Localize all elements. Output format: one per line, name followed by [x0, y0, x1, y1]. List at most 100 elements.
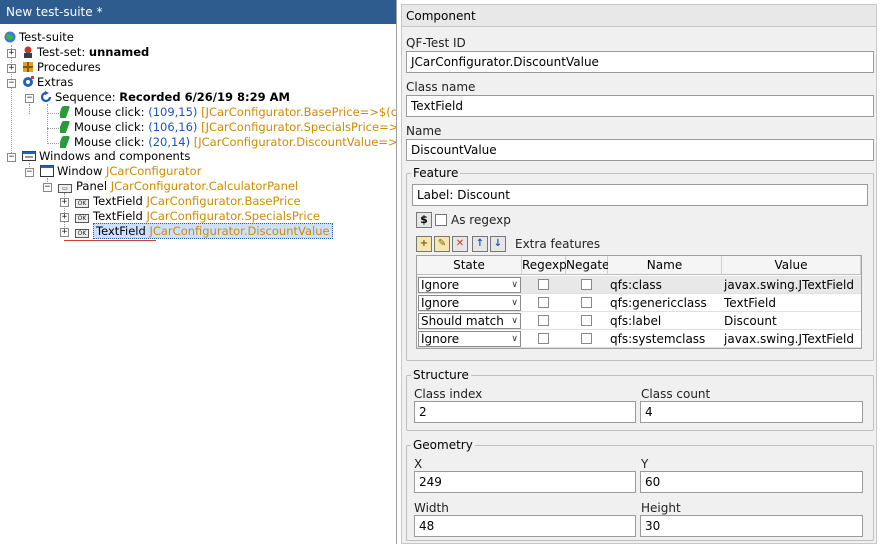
negate-checkbox[interactable] [581, 333, 592, 344]
test-set-icon [24, 46, 32, 58]
collapse-minus-icon[interactable]: − [25, 94, 34, 103]
feature-field[interactable]: Label: Discount [412, 184, 868, 206]
tree-node-panel[interactable]: ▭ Panel JCarConfigurator.CalculatorPanel [58, 179, 298, 194]
regexp-checkbox[interactable] [538, 315, 549, 326]
expand-plus-icon[interactable]: + [60, 213, 69, 222]
tree-node-label: Mouse click: [74, 120, 149, 134]
dollar-variable-icon[interactable]: $ [416, 212, 432, 228]
negate-checkbox[interactable] [581, 297, 592, 308]
width-label: Width [414, 501, 449, 515]
state-dropdown[interactable]: Ignore ∨ [418, 277, 521, 293]
width-field[interactable]: 48 [414, 515, 636, 537]
mouse-click-icon [60, 136, 71, 148]
edit-row-icon[interactable]: ✎ [434, 236, 450, 252]
state-dropdown[interactable]: Should match ∨ [418, 313, 521, 329]
name-label: Name [406, 124, 442, 138]
geometry-group-title: Geometry [411, 438, 475, 452]
x-field[interactable]: 249 [414, 471, 636, 493]
sequence-arrow-icon [40, 91, 52, 103]
feature-value-cell[interactable]: javax.swing.JTextField [722, 330, 861, 348]
tree-guide-line [47, 143, 59, 144]
component-header: Component [402, 5, 876, 27]
tree-node-textfield-selected[interactable]: OK TextField JCarConfigurator.DiscountVal… [75, 223, 333, 239]
regexp-checkbox[interactable] [538, 279, 549, 290]
column-header-state[interactable]: State [417, 256, 522, 275]
tree-node-label: Panel [76, 179, 111, 193]
column-header-value[interactable]: Value [722, 256, 861, 275]
collapse-minus-icon[interactable]: − [25, 168, 34, 177]
class-count-field[interactable]: 4 [640, 401, 863, 423]
class-index-field[interactable]: 2 [414, 401, 636, 423]
class-name-label: Class name [406, 80, 476, 94]
collapse-minus-icon[interactable]: − [7, 79, 16, 88]
sequence-name: Recorded 6/26/19 8:29 AM [119, 90, 290, 104]
add-row-icon[interactable]: + [416, 236, 432, 252]
qftest-id-label: QF-Test ID [406, 36, 466, 50]
table-row[interactable]: Should match ∨ qfs:label Discount [417, 312, 861, 330]
tree-node-textfield[interactable]: OK TextField JCarConfigurator.SpecialsPri… [75, 209, 320, 224]
negate-checkbox[interactable] [581, 279, 592, 290]
state-dropdown[interactable]: Ignore ∨ [418, 331, 521, 347]
procedures-icon [23, 62, 33, 72]
feature-name-cell[interactable]: qfs:label [608, 312, 722, 330]
textfield-icon: OK [75, 199, 89, 208]
y-label: Y [641, 457, 649, 471]
tree-node-mouse-click[interactable]: Mouse click: (106,16) [JCarConfigurator.… [60, 120, 396, 135]
component-detail-pane: Component QF-Test ID JCarConfigurator.Di… [401, 4, 877, 544]
table-row[interactable]: Ignore ∨ qfs:class javax.swing.JTextField [417, 276, 861, 294]
collapse-minus-icon[interactable]: − [43, 183, 52, 192]
extra-features-label: Extra features [515, 237, 601, 251]
feature-name-cell[interactable]: qfs:genericclass [608, 294, 722, 312]
expand-plus-icon[interactable]: + [7, 64, 16, 73]
move-up-icon[interactable]: ↑ [472, 236, 488, 252]
click-coords: (106,16) [148, 120, 198, 134]
qftest-id-field[interactable]: JCarConfigurator.DiscountValue [406, 51, 874, 73]
feature-name-cell[interactable]: qfs:class [608, 276, 722, 294]
negate-checkbox[interactable] [581, 315, 592, 326]
tree-node-window[interactable]: Window JCarConfigurator [40, 164, 201, 179]
class-name-field[interactable]: TextField [406, 95, 874, 117]
y-field[interactable]: 60 [640, 471, 863, 493]
state-dropdown[interactable]: Ignore ∨ [418, 295, 521, 311]
tree-guide-line [47, 104, 48, 144]
tree-node-label: Mouse click: [74, 135, 149, 149]
collapse-minus-icon[interactable]: − [7, 153, 16, 162]
expand-plus-icon[interactable]: + [60, 198, 69, 207]
tree-node-label: Test-set: [37, 45, 89, 59]
table-row[interactable]: Ignore ∨ qfs:systemclass javax.swing.JTex… [417, 330, 861, 348]
height-field[interactable]: 30 [640, 515, 863, 537]
state-value: Ignore [421, 332, 460, 346]
feature-value-cell[interactable]: TextField [722, 294, 861, 312]
tree-node-textfield[interactable]: OK TextField JCarConfigurator.BasePrice [75, 194, 301, 209]
regexp-checkbox[interactable] [538, 297, 549, 308]
tree-node-windows-components[interactable]: Windows and components [22, 149, 190, 164]
tree-node-mouse-click[interactable]: Mouse click: (109,15) [JCarConfigurator.… [60, 105, 396, 120]
as-regexp-checkbox[interactable] [435, 214, 447, 226]
class-count-label: Class count [641, 387, 711, 401]
column-header-regexp[interactable]: Regexp [522, 256, 567, 275]
tree-node-test-set[interactable]: Test-set: unnamed [22, 45, 149, 60]
move-down-icon[interactable]: ↓ [490, 236, 506, 252]
textfield-name: JCarConfigurator.SpecialsPrice [146, 209, 320, 223]
table-row[interactable]: Ignore ∨ qfs:genericclass TextField [417, 294, 861, 312]
height-label: Height [641, 501, 681, 515]
click-coords: (109,15) [148, 105, 198, 119]
column-header-name[interactable]: Name [608, 256, 722, 275]
panel-icon: ▭ [58, 184, 72, 193]
tree-node-label: TextField [93, 209, 147, 223]
tree-node-mouse-click[interactable]: Mouse click: (20,14) [JCarConfigurator.D… [60, 135, 396, 150]
name-field[interactable]: DiscountValue [406, 139, 874, 161]
expand-plus-icon[interactable]: + [60, 228, 69, 237]
expand-plus-icon[interactable]: + [7, 49, 16, 58]
regexp-checkbox[interactable] [538, 333, 549, 344]
selected-node-highlight: TextField JCarConfigurator.DiscountValue [93, 223, 333, 239]
feature-value-cell[interactable]: javax.swing.JTextField [722, 276, 861, 294]
tree-node-extras[interactable]: Extras [22, 75, 73, 90]
feature-value-cell[interactable]: Discount [722, 312, 861, 330]
tree-node-procedures[interactable]: Procedures [22, 60, 101, 75]
tree-node-sequence[interactable]: Sequence: Recorded 6/26/19 8:29 AM [40, 90, 290, 105]
delete-row-icon[interactable]: ✕ [452, 236, 468, 252]
column-header-negate[interactable]: Negate [566, 256, 609, 275]
tree-node-test-suite[interactable]: Test-suite [4, 30, 74, 45]
feature-name-cell[interactable]: qfs:systemclass [608, 330, 722, 348]
